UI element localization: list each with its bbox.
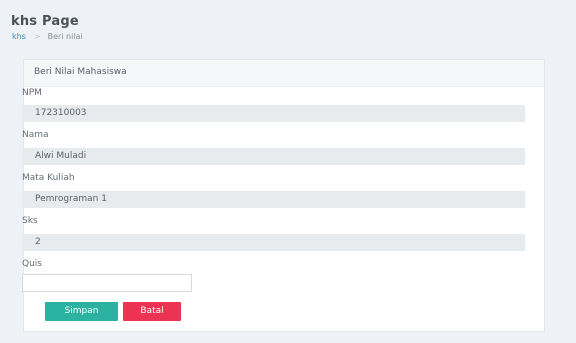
card-title: Beri Nilai Mahasiswa — [34, 67, 127, 77]
quis-label: Quis — [22, 259, 42, 269]
page-title: khs Page — [11, 14, 79, 29]
sks-field: 2 — [22, 234, 525, 251]
quis-input[interactable] — [22, 274, 192, 292]
mata-kuliah-field: Pemrograman 1 — [22, 191, 525, 208]
card-header: Beri Nilai Mahasiswa — [24, 60, 544, 87]
breadcrumb-link-khs[interactable]: khs — [12, 32, 26, 41]
nama-label: Nama — [22, 130, 49, 140]
npm-field: 172310003 — [22, 105, 525, 122]
nama-field: Alwi Muladi — [22, 148, 525, 165]
breadcrumb: khs > Beri nilai — [12, 32, 83, 41]
sks-label: Sks — [22, 216, 38, 226]
breadcrumb-separator-icon: > — [33, 32, 41, 41]
page-header: khs Page khs > Beri nilai — [0, 0, 576, 58]
breadcrumb-current: Beri nilai — [47, 32, 83, 41]
mata-kuliah-label: Mata Kuliah — [22, 173, 75, 183]
batal-button[interactable]: Batal — [123, 302, 181, 321]
simpan-button[interactable]: Simpan — [45, 302, 118, 321]
npm-label: NPM — [22, 88, 42, 98]
